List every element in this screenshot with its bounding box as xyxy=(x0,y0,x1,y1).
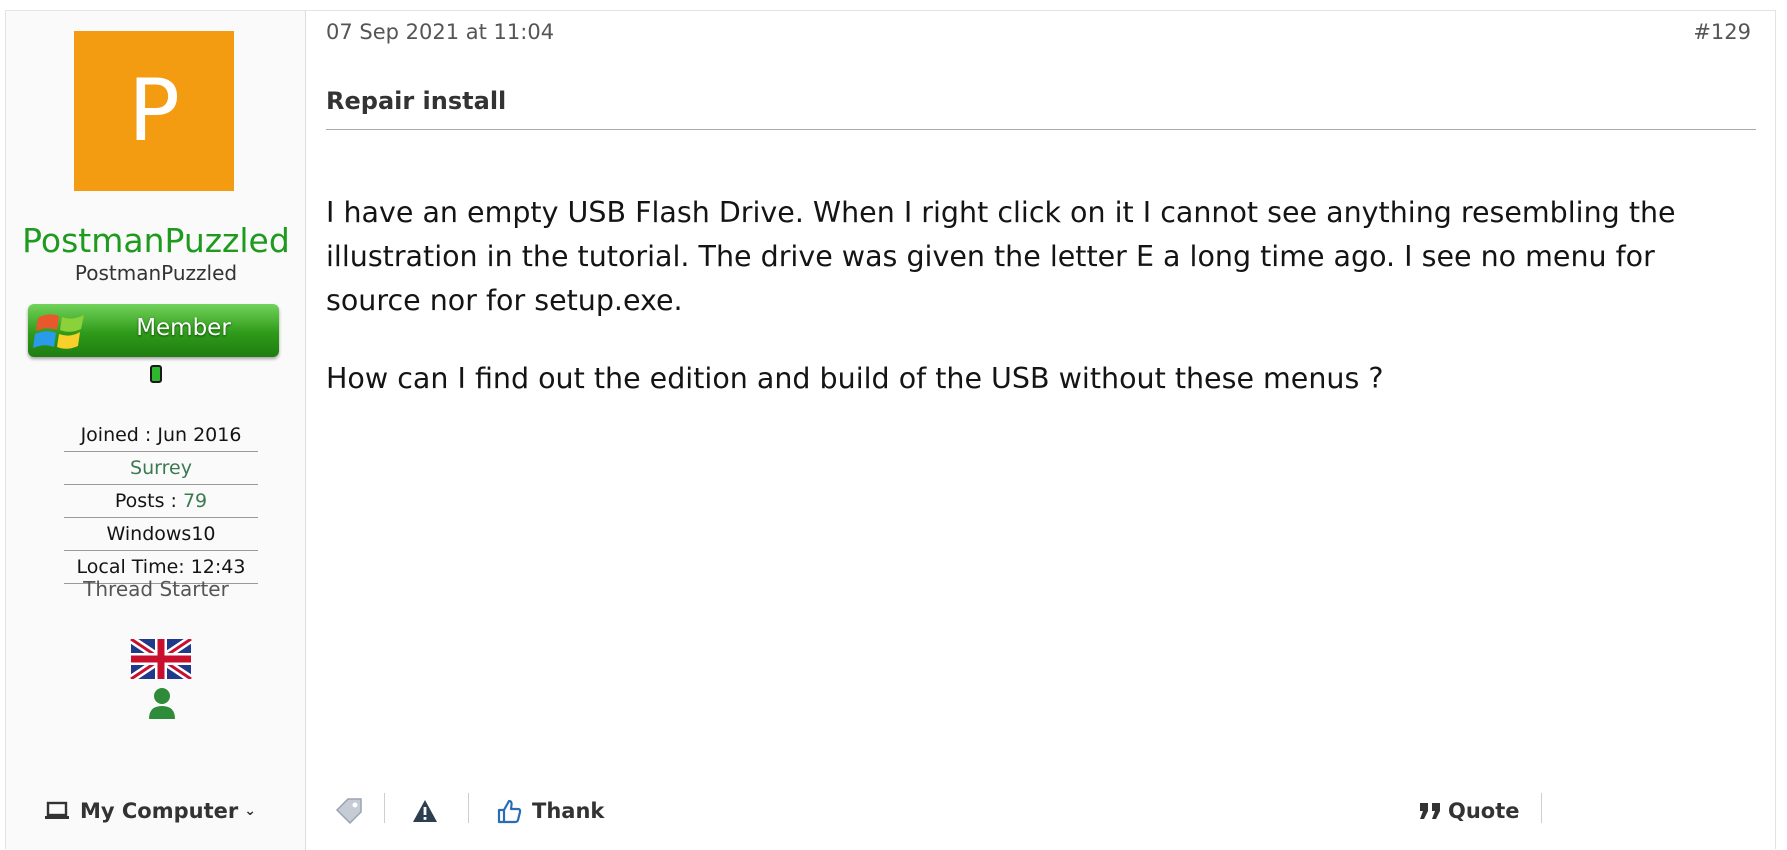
windows-logo-icon xyxy=(33,314,84,349)
rank-label: Member xyxy=(136,315,231,341)
display-name[interactable]: PostmanPuzzled xyxy=(6,221,306,260)
action-separator xyxy=(468,793,469,823)
quote-icon xyxy=(1420,803,1440,819)
post-body: I have an empty USB Flash Drive. When I … xyxy=(326,191,1746,435)
thank-button[interactable]: Thank xyxy=(496,795,604,827)
my-computer-label: My Computer xyxy=(80,799,239,823)
operating-system: Windows10 xyxy=(64,518,258,551)
post-actions: Thank Quote xyxy=(326,789,1756,833)
joined-date: Joined : Jun 2016 xyxy=(64,419,258,452)
chevron-down-icon: ⌄ xyxy=(244,803,256,819)
quote-button[interactable]: Quote xyxy=(1418,795,1520,827)
user-panel: P PostmanPuzzled PostmanPuzzled Member J… xyxy=(6,11,306,850)
thread-starter-label: Thread Starter xyxy=(83,577,229,601)
post-paragraph: How can I find out the edition and build… xyxy=(326,362,1384,395)
post-count-label: Posts : xyxy=(114,490,183,512)
forum-post: P PostmanPuzzled PostmanPuzzled Member J… xyxy=(5,10,1776,850)
user-icon[interactable] xyxy=(148,687,176,719)
online-status-indicator xyxy=(150,365,162,383)
username: PostmanPuzzled xyxy=(74,261,238,285)
my-computer-button[interactable]: My Computer ⌄ xyxy=(44,799,256,823)
thumbs-up-icon xyxy=(497,799,522,824)
thank-label: Thank xyxy=(532,799,605,823)
post-paragraph: I have an empty USB Flash Drive. When I … xyxy=(326,196,1676,317)
quote-label: Quote xyxy=(1448,799,1520,823)
rank-banner: Member xyxy=(28,304,279,357)
avatar[interactable]: P xyxy=(74,31,234,191)
post-content: 07 Sep 2021 at 11:04 #129 Repair install… xyxy=(306,11,1775,850)
user-stats: Joined : Jun 2016 Surrey Posts : 79 Wind… xyxy=(64,419,258,584)
uk-flag-icon xyxy=(130,639,192,679)
location-link[interactable]: Surrey xyxy=(64,452,258,485)
tag-icon xyxy=(335,798,362,825)
post-count-value[interactable]: 79 xyxy=(183,490,207,512)
action-separator xyxy=(384,793,385,823)
warning-icon xyxy=(413,800,437,822)
report-button[interactable] xyxy=(412,795,438,827)
tag-button[interactable] xyxy=(334,795,366,827)
laptop-icon xyxy=(45,801,69,819)
post-date[interactable]: 07 Sep 2021 at 11:04 xyxy=(326,20,554,44)
action-separator xyxy=(1541,793,1542,823)
post-count: Posts : 79 xyxy=(64,485,258,518)
post-number[interactable]: #129 xyxy=(1693,20,1751,44)
post-title: Repair install xyxy=(326,87,1756,130)
